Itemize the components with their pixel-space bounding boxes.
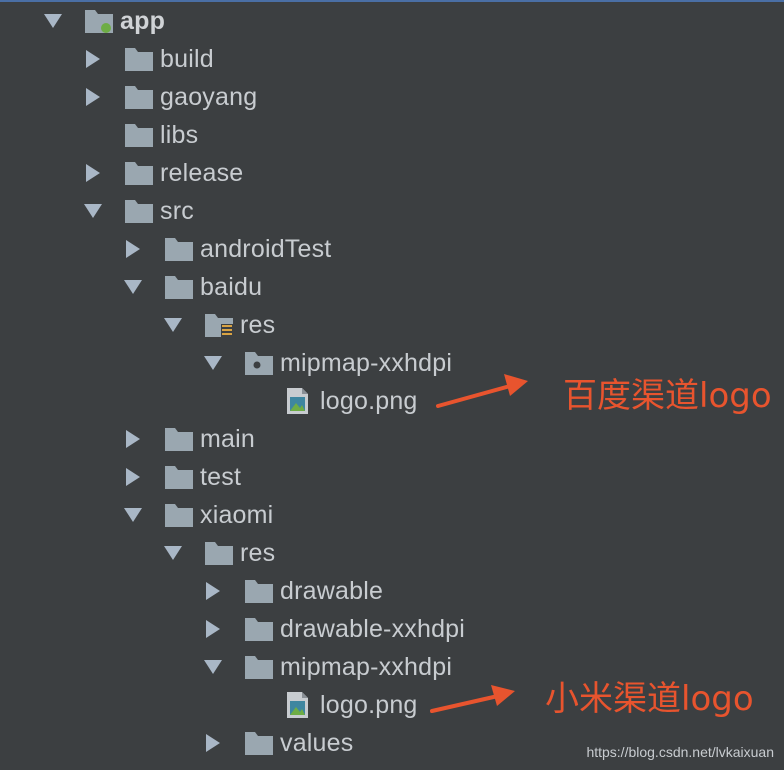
baidu-logo-annotation: 百度渠道logo <box>563 376 772 416</box>
baidu-annotation-arrow <box>436 374 528 408</box>
xiaomi-annotation-arrow <box>430 685 515 713</box>
watermark: https://blog.csdn.net/lvkaixuan <box>586 744 774 760</box>
xiaomi-logo-annotation: 小米渠道logo <box>545 679 754 719</box>
